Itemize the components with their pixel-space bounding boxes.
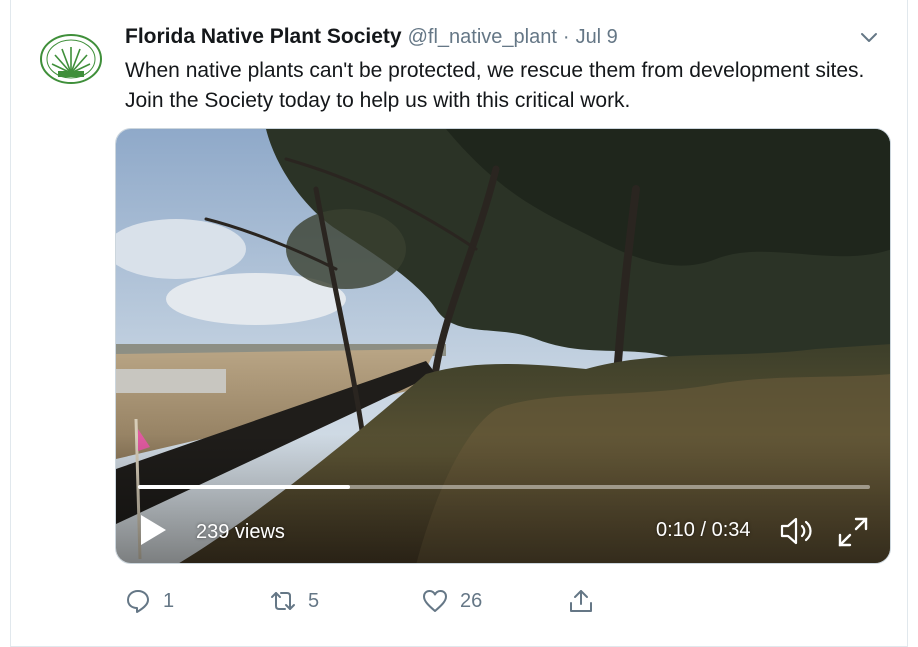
header-separator: ·	[562, 25, 570, 48]
tweet-text: When native plants can't be protected, w…	[125, 59, 865, 112]
author-name[interactable]: Florida Native Plant Society	[125, 25, 402, 49]
tweet-date[interactable]: Jul 9	[576, 26, 618, 49]
share-icon	[570, 590, 592, 612]
heart-icon	[423, 590, 447, 612]
play-icon[interactable]	[138, 513, 168, 547]
reply-icon	[127, 590, 149, 613]
video-player[interactable]: 239 views 0:10 / 0:34	[115, 128, 891, 564]
chevron-down-icon[interactable]	[858, 26, 880, 48]
retweet-button[interactable]: 5	[270, 588, 319, 614]
video-progress-fill	[138, 485, 351, 489]
share-button[interactable]	[568, 588, 594, 614]
volume-icon[interactable]	[778, 514, 818, 548]
reply-button[interactable]: 1	[125, 588, 174, 614]
view-count: 239 views	[196, 521, 285, 543]
reply-count: 1	[163, 589, 175, 612]
like-button[interactable]: 26	[422, 588, 482, 614]
fnps-logo-icon	[40, 34, 102, 84]
video-progress-bar[interactable]	[138, 485, 870, 489]
video-time: 0:10 / 0:34	[656, 519, 751, 541]
retweet-count: 5	[308, 589, 320, 612]
tweet-header: Florida Native Plant Society @fl_native_…	[125, 23, 618, 51]
retweet-icon	[271, 592, 295, 610]
fullscreen-icon[interactable]	[836, 515, 870, 549]
tweet-card[interactable]: Florida Native Plant Society @fl_native_…	[10, 0, 908, 647]
video-frame	[116, 129, 890, 563]
like-count: 26	[460, 589, 483, 612]
avatar[interactable]	[40, 33, 102, 85]
author-handle[interactable]: @fl_native_plant	[408, 26, 557, 49]
tweet-actions: 1 5 26	[125, 588, 625, 618]
